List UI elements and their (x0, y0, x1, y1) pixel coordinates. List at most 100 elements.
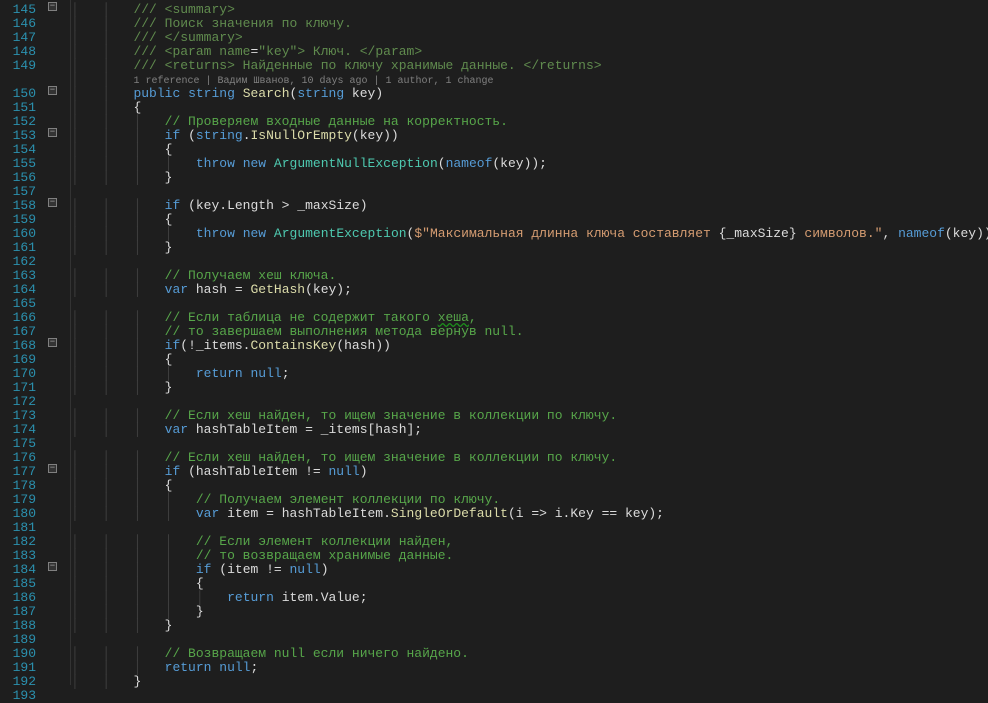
line-number[interactable]: 183 (0, 549, 36, 563)
code-line[interactable]: │ │ │ // то завершаем выполнения метода … (71, 325, 988, 339)
line-number[interactable]: 192 (0, 675, 36, 689)
code-line[interactable]: │ │ /// <summary> (71, 3, 988, 17)
line-number[interactable]: 157 (0, 185, 36, 199)
code-line[interactable]: │ │ │ if (key.Length > _maxSize) (71, 199, 988, 213)
fold-toggle-icon[interactable] (48, 562, 57, 571)
line-number[interactable]: 188 (0, 619, 36, 633)
code-line[interactable]: │ │ │ { (71, 479, 988, 493)
line-number[interactable]: 175 (0, 437, 36, 451)
code-line[interactable] (71, 633, 988, 647)
line-number[interactable]: 186 (0, 591, 36, 605)
fold-toggle-icon[interactable] (48, 86, 57, 95)
line-number[interactable] (0, 73, 36, 87)
code-line[interactable]: │ │ │ return null; (71, 661, 988, 675)
code-line[interactable]: │ │ │ } (71, 241, 988, 255)
line-number[interactable]: 149 (0, 59, 36, 73)
code-line[interactable]: │ │ │ // Если хеш найден, то ищем значен… (71, 451, 988, 465)
line-number[interactable]: 189 (0, 633, 36, 647)
line-number[interactable]: 153 (0, 129, 36, 143)
code-line[interactable]: │ │ { (71, 101, 988, 115)
line-number[interactable]: 148 (0, 45, 36, 59)
code-line[interactable]: │ │ │ if (string.IsNullOrEmpty(key)) (71, 129, 988, 143)
fold-toggle-icon[interactable] (48, 464, 57, 473)
line-number[interactable]: 150 (0, 87, 36, 101)
code-line[interactable]: │ │ │ } (71, 381, 988, 395)
line-number[interactable]: 170 (0, 367, 36, 381)
code-line[interactable]: │ │ │ // Если таблица не содержит такого… (71, 311, 988, 325)
code-line[interactable]: │ │ │ } (71, 619, 988, 633)
code-line[interactable]: │ │ │ │ // Если элемент коллекции найден… (71, 535, 988, 549)
line-number[interactable]: 156 (0, 171, 36, 185)
line-number[interactable]: 158 (0, 199, 36, 213)
line-number[interactable]: 147 (0, 31, 36, 45)
code-line[interactable]: │ │ │ │ // то возвращаем хранимые данные… (71, 549, 988, 563)
line-number[interactable]: 171 (0, 381, 36, 395)
code-line[interactable]: │ │ │ │ { (71, 577, 988, 591)
code-line[interactable]: │ │ │ │ throw new ArgumentException($"Ма… (71, 227, 988, 241)
code-line[interactable]: │ │ │ │ return null; (71, 367, 988, 381)
code-line[interactable]: │ │ │ // Проверяем входные данные на кор… (71, 115, 988, 129)
code-line[interactable]: │ │ /// </summary> (71, 31, 988, 45)
code-line[interactable]: │ │ /// <param name="key"> Ключ. </param… (71, 45, 988, 59)
code-line[interactable] (71, 185, 988, 199)
code-line[interactable]: │ │ │ if (hashTableItem != null) (71, 465, 988, 479)
code-line[interactable]: │ │ 1 reference | Вадим Шванов, 10 days … (71, 73, 988, 87)
line-number[interactable]: 168 (0, 339, 36, 353)
line-number[interactable]: 191 (0, 661, 36, 675)
code-area[interactable]: │ │ /// <summary>│ │ /// Поиск значения … (70, 0, 988, 685)
line-number[interactable]: 178 (0, 479, 36, 493)
code-line[interactable]: │ │ │ // Получаем хеш ключа. (71, 269, 988, 283)
line-number[interactable]: 176 (0, 451, 36, 465)
line-number[interactable]: 160 (0, 227, 36, 241)
code-line[interactable] (71, 255, 988, 269)
line-number[interactable]: 182 (0, 535, 36, 549)
code-line[interactable]: │ │ } (71, 675, 988, 689)
code-line[interactable]: │ │ │ var hashTableItem = _items[hash]; (71, 423, 988, 437)
line-number[interactable]: 180 (0, 507, 36, 521)
code-line[interactable]: │ │ │ } (71, 171, 988, 185)
line-number[interactable]: 161 (0, 241, 36, 255)
code-line[interactable]: │ │ │ { (71, 353, 988, 367)
line-number[interactable]: 155 (0, 157, 36, 171)
code-line[interactable]: │ │ │ │ if (item != null) (71, 563, 988, 577)
code-line[interactable]: │ │ │ │ // Получаем элемент коллекции по… (71, 493, 988, 507)
line-number[interactable]: 164 (0, 283, 36, 297)
line-number[interactable]: 154 (0, 143, 36, 157)
fold-toggle-icon[interactable] (48, 2, 57, 11)
code-line[interactable]: │ │ │ │ throw new ArgumentNullException(… (71, 157, 988, 171)
line-number[interactable]: 187 (0, 605, 36, 619)
line-number[interactable]: 190 (0, 647, 36, 661)
code-line[interactable]: │ │ │ if(!_items.ContainsKey(hash)) (71, 339, 988, 353)
code-line[interactable]: │ │ │ { (71, 143, 988, 157)
code-line[interactable] (71, 521, 988, 535)
line-number[interactable]: 179 (0, 493, 36, 507)
line-number[interactable]: 151 (0, 101, 36, 115)
code-line[interactable]: │ │ │ │ } (71, 605, 988, 619)
line-number[interactable]: 162 (0, 255, 36, 269)
fold-toggle-icon[interactable] (48, 198, 57, 207)
line-number[interactable]: 166 (0, 311, 36, 325)
code-line[interactable] (71, 297, 988, 311)
fold-toggle-icon[interactable] (48, 338, 57, 347)
code-line[interactable] (71, 689, 988, 703)
code-line[interactable]: │ │ │ │ var item = hashTableItem.SingleO… (71, 507, 988, 521)
code-line[interactable]: │ │ │ │ │ return item.Value; (71, 591, 988, 605)
code-line[interactable] (71, 437, 988, 451)
line-number[interactable]: 163 (0, 269, 36, 283)
line-number[interactable]: 159 (0, 213, 36, 227)
line-number[interactable]: 185 (0, 577, 36, 591)
line-number[interactable]: 174 (0, 423, 36, 437)
line-number[interactable]: 165 (0, 297, 36, 311)
code-editor[interactable]: 145146147148149 150151152153154155156157… (0, 0, 988, 685)
line-number[interactable]: 181 (0, 521, 36, 535)
line-number[interactable]: 169 (0, 353, 36, 367)
line-number[interactable]: 146 (0, 17, 36, 31)
fold-toggle-icon[interactable] (48, 128, 57, 137)
line-number[interactable]: 177 (0, 465, 36, 479)
code-line[interactable] (71, 395, 988, 409)
line-number[interactable]: 167 (0, 325, 36, 339)
code-line[interactable]: │ │ │ // Возвращаем null если ничего най… (71, 647, 988, 661)
line-number-gutter[interactable]: 145146147148149 150151152153154155156157… (0, 0, 46, 685)
line-number[interactable]: 152 (0, 115, 36, 129)
fold-column[interactable] (46, 0, 64, 685)
